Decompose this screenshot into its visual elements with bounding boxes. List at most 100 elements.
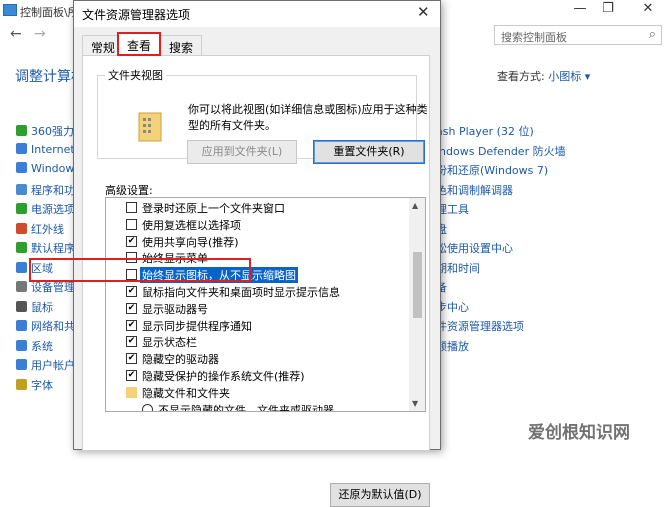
- view-by-dropdown[interactable]: 小图标 ▾: [548, 70, 590, 83]
- control-panel-item[interactable]: 份和还原(Windows 7): [436, 162, 548, 178]
- setting-checkbox[interactable]: ✔: [126, 235, 137, 247]
- setting-checkbox[interactable]: ✔: [126, 353, 137, 365]
- radio-button[interactable]: [142, 403, 153, 411]
- control-panel-item[interactable]: 件资源管理器选项: [436, 318, 524, 334]
- setting-label: 登录时还原上一个文件夹窗口: [142, 202, 285, 215]
- dialog-titlebar: 文件资源管理器选项 ✕: [74, 1, 440, 27]
- control-panel-item-label: 电源选项: [31, 203, 75, 216]
- restore-defaults-button[interactable]: 还原为默认值(D): [330, 483, 430, 507]
- maximize-icon[interactable]: ❐: [598, 1, 618, 16]
- control-panel-item[interactable]: 字体: [16, 377, 53, 393]
- search-icon[interactable]: ⌕: [649, 27, 656, 42]
- control-panel-item[interactable]: 用户帐户: [16, 357, 75, 373]
- folder-icon: [126, 386, 137, 398]
- setting-checkbox[interactable]: ✔: [126, 336, 137, 348]
- setting-row[interactable]: ✔ 隐藏空的驱动器: [106, 350, 406, 367]
- control-panel-item[interactable]: 松使用设置中心: [436, 240, 513, 256]
- forward-arrow-icon[interactable]: →: [34, 26, 46, 42]
- control-panel-item-icon: [16, 142, 27, 154]
- setting-row[interactable]: 不显示隐藏的文件、文件夹或驱动器: [106, 401, 406, 411]
- setting-checkbox[interactable]: ✔: [126, 319, 137, 331]
- setting-row[interactable]: ✔ 隐藏受保护的操作系统文件(推荐): [106, 367, 406, 384]
- control-panel-item-icon: [16, 281, 27, 292]
- setting-label: 隐藏空的驱动器: [142, 353, 219, 367]
- setting-row[interactable]: 隐藏文件和文件夹: [106, 384, 406, 401]
- setting-label: 鼠标指向文件夹和桌面项时显示提示信息: [142, 286, 340, 299]
- control-panel-item-icon: [16, 203, 27, 214]
- setting-row[interactable]: ✔ 使用共享向导(推荐): [106, 233, 406, 250]
- control-panel-icon: [3, 4, 17, 16]
- setting-row[interactable]: 使用复选框以选择项: [106, 216, 406, 233]
- minimize-icon[interactable]: —: [570, 1, 590, 16]
- setting-checkbox[interactable]: ✔: [126, 302, 137, 314]
- control-panel-item-icon: [16, 183, 27, 195]
- setting-checkbox[interactable]: ✔: [126, 286, 137, 297]
- back-arrow-icon[interactable]: ←: [10, 26, 22, 42]
- close-icon[interactable]: ✕: [638, 1, 658, 16]
- folder-view-description: 你可以将此视图(如详细信息或图标)应用于这种类型的所有文件夹。: [188, 103, 428, 132]
- setting-label: 显示同步提供程序通知: [142, 319, 252, 333]
- control-panel-item-icon: [16, 162, 27, 173]
- tab-search[interactable]: 搜索: [160, 35, 203, 56]
- tab-view[interactable]: 查看: [117, 32, 162, 56]
- control-panel-title: 控制面板\所: [20, 6, 79, 19]
- folder-icon: [138, 112, 162, 142]
- watermark: 爱创根知识网: [528, 423, 630, 443]
- control-panel-item[interactable]: 网络和共: [16, 318, 75, 334]
- control-panel-item-label: 字体: [31, 378, 53, 392]
- view-by-label: 查看方式:: [497, 70, 545, 83]
- setting-label: 显示驱动器号: [142, 302, 208, 316]
- search-input[interactable]: 搜索控制面板 ⌕: [494, 25, 662, 45]
- control-panel-item[interactable]: 期和时间: [436, 260, 480, 276]
- setting-row[interactable]: 登录时还原上一个文件夹窗口: [106, 199, 406, 216]
- control-panel-item[interactable]: 红外线: [16, 221, 64, 237]
- scrollbar-thumb[interactable]: [413, 252, 422, 318]
- control-panel-item-label: 默认程序: [31, 242, 75, 255]
- control-panel-item-icon: [16, 339, 27, 351]
- settings-scrollbar[interactable]: ▲ ▼: [409, 198, 425, 411]
- control-panel-item-label: Internet: [31, 142, 75, 156]
- setting-row[interactable]: ✔ 显示驱动器号: [106, 300, 406, 317]
- dialog-title: 文件资源管理器选项: [82, 8, 191, 22]
- scroll-up-icon[interactable]: ▲: [412, 201, 418, 210]
- setting-checkbox[interactable]: ✔: [126, 370, 137, 381]
- control-panel-item-icon: [16, 378, 27, 390]
- control-panel-item[interactable]: Window: [16, 162, 74, 178]
- setting-row[interactable]: ✔ 显示状态栏: [106, 333, 406, 350]
- highlight-annotation-box: [29, 258, 251, 282]
- control-panel-item[interactable]: 鼠标: [16, 299, 53, 315]
- scroll-down-icon[interactable]: ▼: [412, 399, 418, 408]
- control-panel-item-label: Window: [31, 162, 75, 175]
- control-panel-item[interactable]: indows Defender 防火墙: [436, 143, 566, 159]
- control-panel-item[interactable]: 系统: [16, 338, 53, 354]
- setting-label: 使用共享向导(推荐): [142, 235, 239, 249]
- folder-view-group: 你可以将此视图(如详细信息或图标)应用于这种类型的所有文件夹。 应用到文件夹(L…: [97, 75, 428, 164]
- setting-label: 隐藏文件和文件夹: [142, 386, 230, 400]
- setting-row[interactable]: ✔ 显示同步提供程序通知: [106, 317, 406, 334]
- setting-row[interactable]: ✔ 鼠标指向文件夹和桌面项时显示提示信息: [106, 283, 406, 300]
- setting-checkbox[interactable]: [126, 218, 137, 230]
- control-panel-item-label: 设备管理: [31, 281, 75, 294]
- control-panel-item[interactable]: 默认程序: [16, 240, 75, 256]
- reset-folders-button[interactable]: 重置文件夹(R): [313, 140, 425, 164]
- explorer-options-dialog: 文件资源管理器选项 ✕ 常规 查看 搜索 你可以将此视图(如详细信息或图标)应用…: [73, 0, 441, 507]
- control-panel-item-label: 网络和共: [31, 320, 75, 333]
- view-by: 查看方式: 小图标 ▾: [497, 68, 590, 84]
- setting-checkbox[interactable]: [126, 202, 137, 213]
- control-panel-item-icon: [16, 125, 27, 136]
- control-panel-item-label: 用户帐户: [31, 359, 75, 372]
- control-panel-item[interactable]: 程序和功: [16, 182, 75, 198]
- control-panel-item[interactable]: 色和调制解调器: [436, 182, 513, 198]
- control-panel-item-icon: [16, 261, 27, 273]
- control-panel-item-label: 系统: [31, 339, 53, 353]
- dialog-close-icon[interactable]: ✕: [417, 3, 430, 21]
- advanced-settings-list[interactable]: 登录时还原上一个文件夹窗口 使用复选框以选择项 ✔ 使用共享向导(推荐) 始终显示菜单始…: [105, 197, 426, 412]
- setting-label: 隐藏受保护的操作系统文件(推荐): [142, 370, 305, 383]
- control-panel-item[interactable]: 电源选项: [16, 201, 75, 217]
- apply-to-folders-button[interactable]: 应用到文件夹(L): [187, 140, 297, 164]
- view-tab-panel: 你可以将此视图(如详细信息或图标)应用于这种类型的所有文件夹。 应用到文件夹(L…: [82, 55, 430, 507]
- control-panel-item[interactable]: 360强力: [16, 123, 74, 139]
- control-panel-item-label: 红外线: [31, 222, 64, 236]
- control-panel-item[interactable]: Internet: [16, 142, 75, 159]
- control-panel-item[interactable]: ash Player (32 位): [436, 123, 534, 139]
